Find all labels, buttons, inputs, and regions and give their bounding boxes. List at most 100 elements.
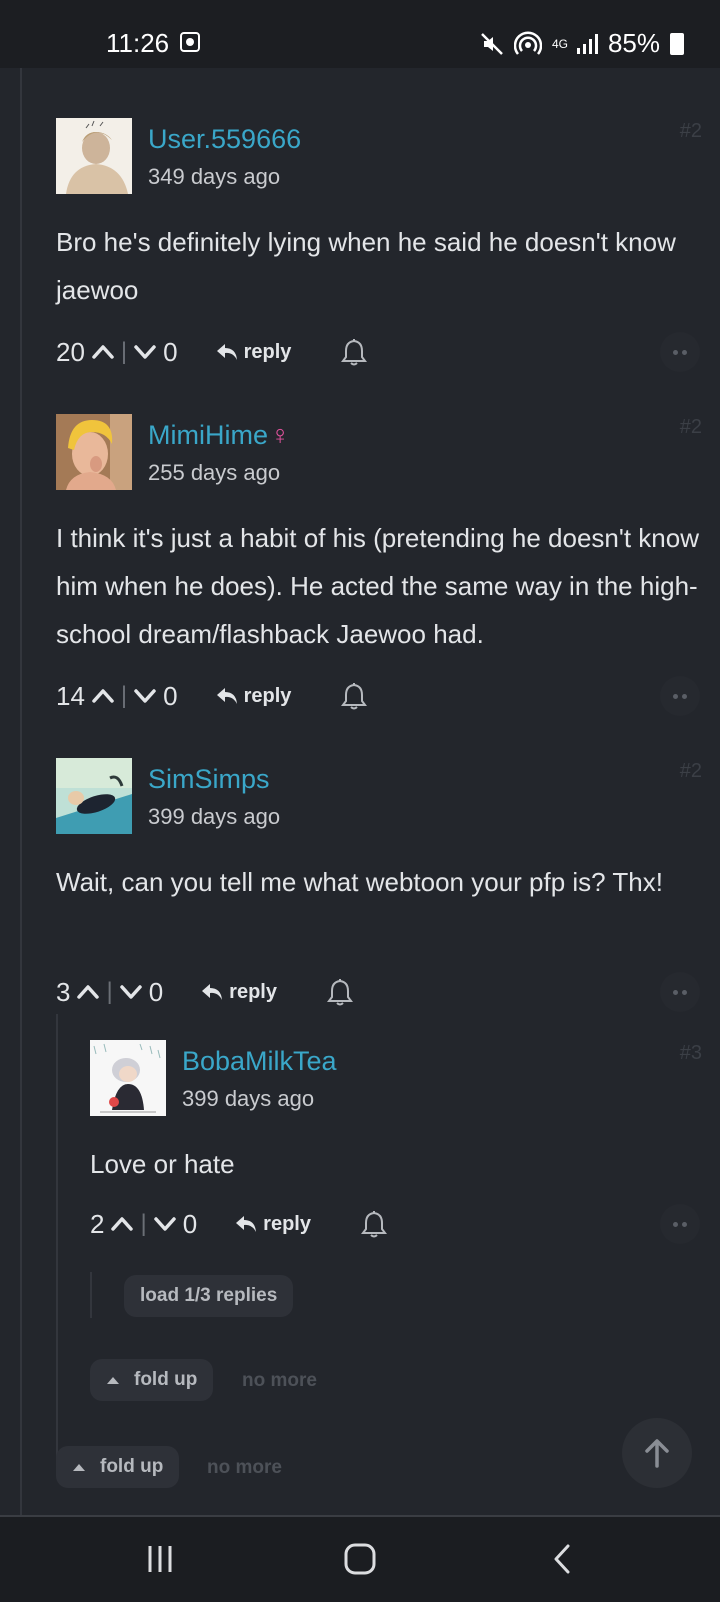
signal-icon bbox=[576, 33, 598, 54]
downvote-icon[interactable] bbox=[117, 978, 145, 1006]
thread-line bbox=[20, 68, 22, 1515]
system-nav-bar bbox=[0, 1515, 720, 1602]
downvote-icon[interactable] bbox=[151, 1210, 179, 1238]
upvote-count: 20 bbox=[56, 336, 85, 367]
more-options-button[interactable] bbox=[660, 332, 700, 372]
vote-divider: | bbox=[120, 682, 128, 709]
fold-up-button[interactable]: fold up bbox=[56, 1446, 180, 1488]
avatar[interactable] bbox=[56, 758, 132, 834]
vote-divider: | bbox=[140, 1210, 147, 1237]
female-icon: ♀ bbox=[269, 420, 291, 450]
username[interactable]: BobaMilkTea bbox=[182, 1046, 337, 1077]
reply-label: reply bbox=[263, 1212, 311, 1235]
floor-number: #2 bbox=[679, 416, 702, 438]
downvote-count: 0 bbox=[148, 976, 164, 1007]
reply-label: reply bbox=[243, 340, 292, 363]
comment-date: 349 days ago bbox=[148, 164, 281, 189]
scroll-to-top-button[interactable] bbox=[622, 1418, 692, 1488]
reply-label: reply bbox=[243, 684, 292, 707]
reply-button[interactable]: reply bbox=[216, 684, 292, 708]
no-more-label: no more bbox=[207, 1457, 282, 1478]
arrow-up-icon bbox=[645, 1439, 669, 1468]
notify-bell-icon[interactable] bbox=[341, 338, 368, 366]
fold-up-label: fold up bbox=[134, 1369, 198, 1390]
home-icon bbox=[344, 1543, 376, 1575]
fold-up-button[interactable]: fold up bbox=[90, 1359, 214, 1401]
screen-recorder-icon bbox=[180, 32, 200, 52]
upvote-icon[interactable] bbox=[74, 978, 102, 1006]
reply-icon bbox=[202, 984, 223, 1000]
notify-bell-icon[interactable] bbox=[360, 1210, 387, 1238]
upvote-count: 14 bbox=[56, 680, 85, 711]
reply-button[interactable]: reply bbox=[201, 981, 277, 1004]
avatar[interactable] bbox=[90, 1040, 166, 1116]
downvote-icon[interactable] bbox=[131, 338, 159, 366]
load-replies-label: load 1/3 replies bbox=[140, 1285, 278, 1306]
no-more-label: no more bbox=[242, 1370, 317, 1391]
downvote-count: 0 bbox=[163, 680, 178, 711]
load-replies-button[interactable]: load 1/3 replies bbox=[124, 1275, 294, 1317]
caret-up-icon bbox=[73, 1464, 85, 1471]
vote-divider: | bbox=[120, 338, 128, 365]
more-options-button[interactable] bbox=[660, 972, 700, 1012]
nested-thread-line bbox=[56, 1014, 58, 1474]
comment-actions: 20 | 0 reply bbox=[56, 332, 700, 372]
reply-label: reply bbox=[229, 980, 277, 1003]
status-time: 11:26 bbox=[106, 28, 170, 58]
username-text[interactable]: MimiHime bbox=[148, 420, 268, 450]
more-options-button[interactable] bbox=[660, 676, 700, 716]
caret-up-icon bbox=[107, 1377, 119, 1384]
status-icons: 4G 85% bbox=[480, 28, 684, 59]
battery-icon bbox=[670, 32, 684, 55]
reply-icon bbox=[236, 1216, 257, 1232]
downvote-count: 0 bbox=[182, 1208, 198, 1239]
downvote-icon[interactable] bbox=[131, 682, 159, 710]
notify-bell-icon[interactable] bbox=[326, 978, 353, 1006]
floor-number: #2 bbox=[679, 120, 702, 142]
floor-number: #2 bbox=[679, 760, 702, 782]
comment-actions: 2 | 0 reply bbox=[90, 1204, 700, 1244]
fold-up-label: fold up bbox=[100, 1456, 164, 1477]
battery-percent: 85% bbox=[607, 28, 660, 58]
partial-action-row bbox=[56, 68, 700, 80]
comment-text: Wait, can you tell me what webtoon your … bbox=[56, 867, 663, 897]
network-type: 4G bbox=[551, 36, 568, 51]
status-bar: 11:26 4G 85% bbox=[0, 0, 720, 68]
downvote-count: 0 bbox=[163, 336, 178, 367]
reply-button[interactable]: reply bbox=[235, 1213, 311, 1236]
upvote-icon[interactable] bbox=[89, 338, 117, 366]
reply-icon bbox=[216, 344, 237, 360]
upvote-icon[interactable] bbox=[89, 682, 117, 710]
recent-apps-icon bbox=[148, 1546, 172, 1572]
comment-date: 255 days ago bbox=[148, 460, 281, 485]
comment-text: Bro he's definitely lying when he said h… bbox=[56, 227, 676, 305]
mute-icon bbox=[481, 32, 503, 55]
more-options-button[interactable] bbox=[660, 1204, 700, 1244]
home-button[interactable] bbox=[340, 1539, 380, 1579]
username[interactable]: User.559666 bbox=[148, 124, 301, 155]
upvote-count: 2 bbox=[90, 1208, 105, 1239]
comment-text: Love or hate bbox=[90, 1149, 235, 1179]
comment-text: I think it's just a habit of his (preten… bbox=[56, 523, 699, 649]
notify-bell-icon[interactable] bbox=[341, 682, 368, 710]
avatar[interactable] bbox=[56, 118, 132, 194]
back-icon bbox=[554, 1544, 570, 1574]
recent-apps-button[interactable] bbox=[140, 1539, 180, 1579]
back-button[interactable] bbox=[542, 1539, 582, 1579]
upvote-icon[interactable] bbox=[108, 1210, 136, 1238]
hotspot-icon bbox=[513, 30, 542, 55]
comments-list[interactable]: User.559666 349 days ago #2 Bro he's def… bbox=[0, 68, 720, 1515]
comment-actions: 3 | 0 reply bbox=[56, 972, 700, 1012]
username[interactable]: MimiHime♀ bbox=[148, 420, 290, 451]
comment-date: 399 days ago bbox=[182, 1086, 315, 1111]
deep-thread-line bbox=[90, 1272, 92, 1318]
username[interactable]: SimSimps bbox=[148, 764, 270, 795]
vote-divider: | bbox=[106, 978, 113, 1005]
comment-date: 399 days ago bbox=[148, 804, 281, 829]
avatar[interactable] bbox=[56, 414, 132, 490]
comment-actions: 14 | 0 reply bbox=[56, 676, 700, 716]
upvote-count: 3 bbox=[56, 976, 71, 1007]
reply-button[interactable]: reply bbox=[216, 340, 292, 364]
reply-icon bbox=[216, 688, 237, 704]
floor-number: #3 bbox=[679, 1042, 702, 1064]
